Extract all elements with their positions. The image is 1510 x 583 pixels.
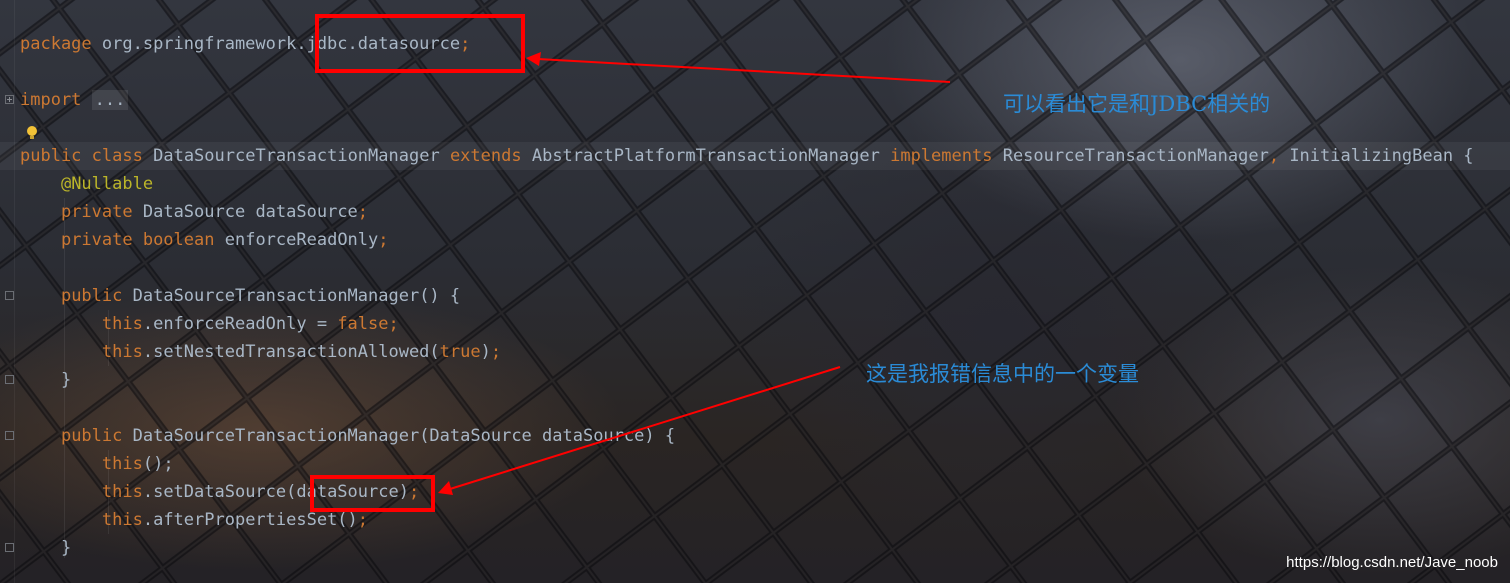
fold-end-icon[interactable] [5, 543, 14, 552]
highlight-box-datasource [310, 475, 435, 512]
code-line-ctor1-close: } [60, 370, 72, 390]
code-line-class-declaration: public class DataSourceTransactionManage… [20, 146, 1474, 166]
annotation-note-jdbc: 可以看出它是和JDBC相关的 [1003, 92, 1271, 116]
code-line-ctor1-stmt1: this.enforceReadOnly = false; [101, 314, 399, 334]
code-line-ctor1-stmt2: this.setNestedTransactionAllowed(true); [101, 342, 502, 362]
code-line-package: package org.springframework.jdbc.datasou… [20, 34, 471, 54]
code-editor[interactable]: package org.springframework.jdbc.datasou… [0, 0, 1510, 583]
code-line-field-enforce: private boolean enforceReadOnly; [60, 230, 389, 250]
fold-collapse-icon[interactable] [5, 431, 14, 440]
code-line-ctor2-signature: public DataSourceTransactionManager(Data… [60, 426, 676, 446]
fold-expand-icon[interactable] [5, 95, 14, 104]
highlight-box-package [315, 14, 525, 73]
code-line-ctor1-signature: public DataSourceTransactionManager() { [60, 286, 461, 306]
code-line-ctor2-stmt2: this.setDataSource(dataSource); [101, 482, 420, 502]
code-line-ctor2-stmt1: this(); [101, 454, 174, 474]
annotation-note-variable: 这是我报错信息中的一个变量 [866, 362, 1139, 386]
code-line-annotation: @Nullable [60, 174, 154, 194]
fold-collapse-icon[interactable] [5, 291, 14, 300]
folded-imports[interactable]: ... [91, 90, 129, 110]
watermark-url: https://blog.csdn.net/Jave_noob [1286, 554, 1498, 571]
code-line-ctor2-close: } [60, 538, 72, 558]
code-line-field-datasource: private DataSource dataSource; [60, 202, 369, 222]
fold-end-icon[interactable] [5, 375, 14, 384]
code-line-ctor2-stmt3: this.afterPropertiesSet(); [101, 510, 369, 530]
gutter-divider [14, 0, 15, 583]
